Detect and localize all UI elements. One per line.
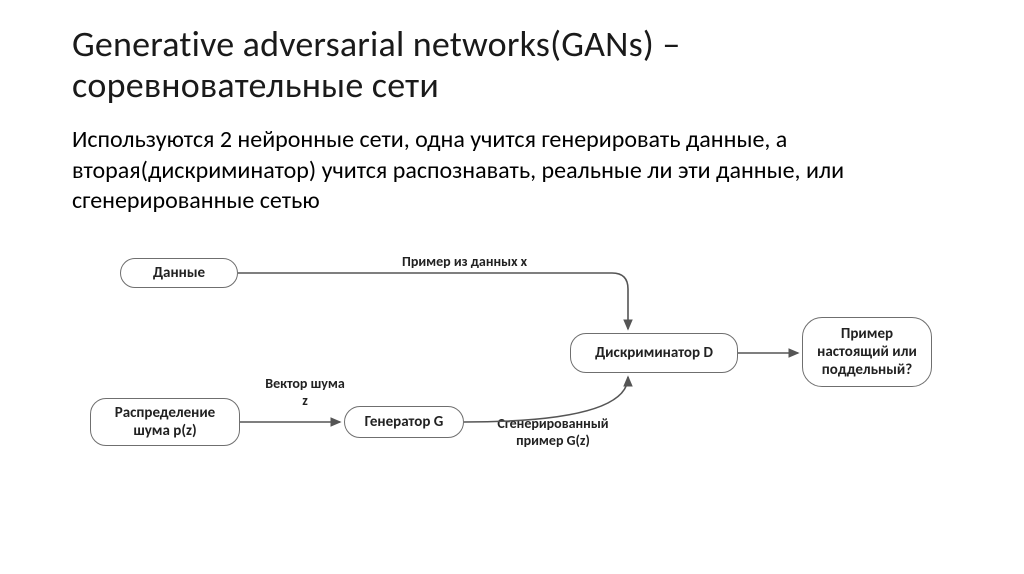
gan-diagram: Данные Распределение шума p(z) Генератор… [72, 243, 942, 493]
diagram-arrows [72, 243, 942, 493]
slide: Generative adversarial networks(GANs) – … [0, 0, 1024, 574]
body-text: Используются 2 нейронные сети, одна учит… [72, 125, 952, 217]
page-title: Generative adversarial networks(GANs) – … [72, 24, 952, 107]
